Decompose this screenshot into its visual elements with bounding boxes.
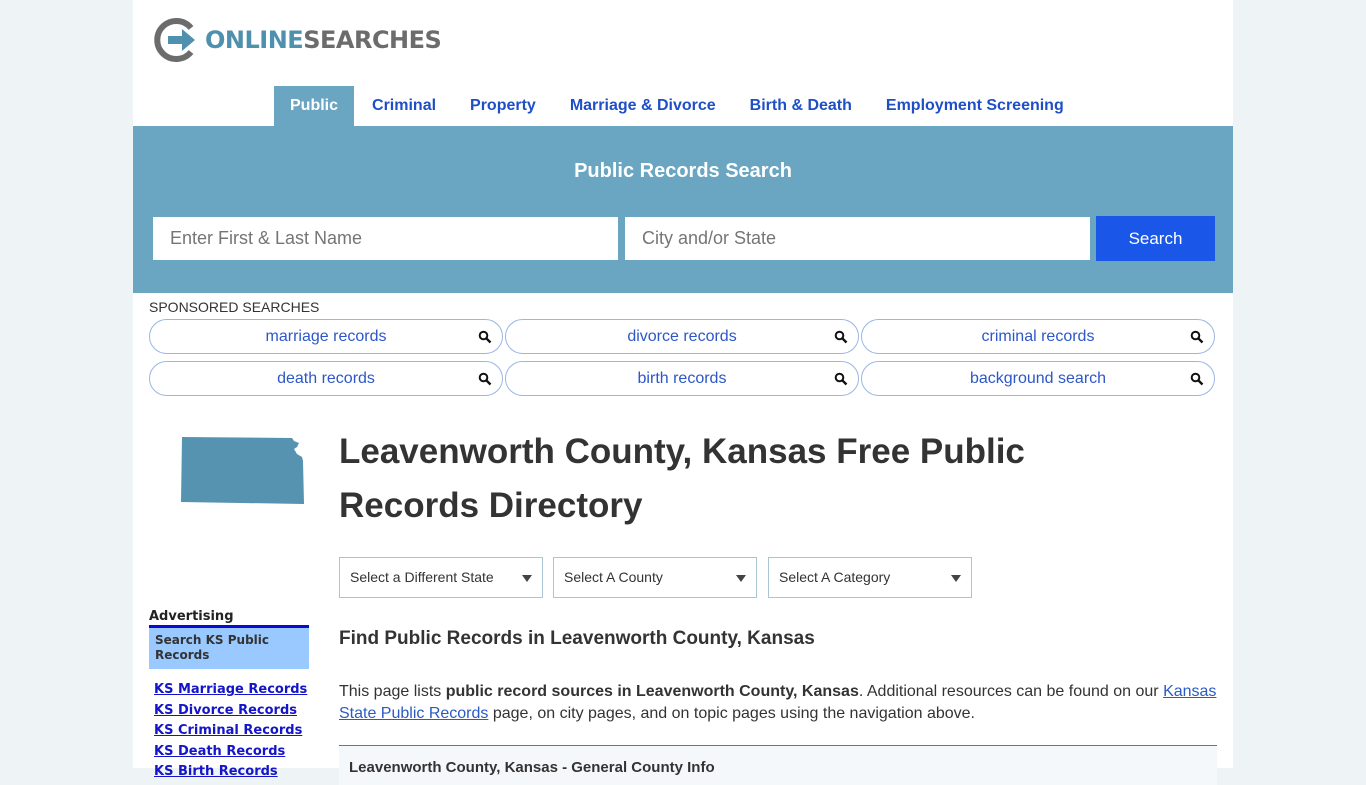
search-button[interactable]: Search xyxy=(1096,216,1215,261)
name-input[interactable] xyxy=(153,217,618,260)
sidebar-link-birth[interactable]: KS Birth Records xyxy=(154,764,278,779)
search-title: Public Records Search xyxy=(574,160,792,182)
sponsored-label: SPONSORED SEARCHES xyxy=(149,299,320,315)
pill-label: divorce records xyxy=(627,328,737,345)
sponsored-birth-records[interactable]: birth records xyxy=(505,361,859,396)
pill-label: criminal records xyxy=(981,328,1095,345)
search-icon xyxy=(834,330,848,344)
kansas-map-icon xyxy=(181,437,304,504)
state-select[interactable]: Select a Different State xyxy=(339,557,543,598)
search-icon xyxy=(1190,372,1204,386)
chevron-down-icon xyxy=(522,575,532,582)
logo-text-searches: SEARCHES xyxy=(303,26,442,54)
sidebar-link-marriage[interactable]: KS Marriage Records xyxy=(154,682,307,697)
page: ONLINESEARCHES Public Criminal Property … xyxy=(133,0,1233,785)
page-title: Leavenworth County, Kansas Free Public R… xyxy=(339,432,1025,525)
sponsored-divorce-records[interactable]: divorce records xyxy=(505,319,859,354)
pill-label: background search xyxy=(969,370,1107,387)
sidebar-link-divorce[interactable]: KS Divorce Records xyxy=(154,703,297,718)
sponsored-searches: marriage records divorce records crimina… xyxy=(149,319,1215,396)
intro-paragraph: This page lists public record sources in… xyxy=(339,683,1217,722)
county-select-value: Select A County xyxy=(564,569,663,585)
search-ks-records-box: Search KS Public Records xyxy=(149,625,309,669)
search-icon xyxy=(1190,330,1204,344)
sponsored-marriage-records[interactable]: marriage records xyxy=(149,319,503,354)
nav-property[interactable]: Property xyxy=(454,86,552,126)
state-select-value: Select a Different State xyxy=(350,569,494,585)
nav-employment-screening[interactable]: Employment Screening xyxy=(870,86,1080,126)
sidebar-links: KS Marriage Records KS Divorce Records K… xyxy=(154,680,307,783)
advertising-label: Advertising xyxy=(149,609,234,624)
sponsored-death-records[interactable]: death records xyxy=(149,361,503,396)
logo-arrow-icon xyxy=(154,18,195,62)
pill-label: birth records xyxy=(637,370,727,387)
nav-marriage-divorce[interactable]: Marriage & Divorce xyxy=(554,86,732,126)
chevron-down-icon xyxy=(736,575,746,582)
site-logo[interactable]: ONLINESEARCHES xyxy=(153,18,442,62)
search-icon xyxy=(834,372,848,386)
sidebar-link-criminal[interactable]: KS Criminal Records xyxy=(154,723,302,738)
intro-bold: public record sources in Leavenworth Cou… xyxy=(445,683,859,700)
chevron-down-icon xyxy=(951,575,961,582)
general-county-info-panel: Leavenworth County, Kansas - General Cou… xyxy=(339,745,1217,785)
search-icon xyxy=(478,330,492,344)
county-select[interactable]: Select A County xyxy=(553,557,757,598)
pill-label: marriage records xyxy=(265,328,387,345)
search-band: Public Records Search Search xyxy=(133,126,1233,293)
pill-label: death records xyxy=(277,370,375,387)
logo-text-online: ONLINE xyxy=(205,26,304,54)
nav-birth-death[interactable]: Birth & Death xyxy=(734,86,868,126)
nav-public[interactable]: Public xyxy=(274,86,355,126)
sidebar-link-death[interactable]: KS Death Records xyxy=(154,744,285,759)
sponsored-background-search[interactable]: background search xyxy=(861,361,1215,396)
search-icon xyxy=(478,372,492,386)
location-input[interactable] xyxy=(625,217,1090,260)
category-select-value: Select A Category xyxy=(779,569,891,585)
sponsored-criminal-records[interactable]: criminal records xyxy=(861,319,1215,354)
main-nav: Public Criminal Property Marriage & Divo… xyxy=(274,86,1082,126)
category-select[interactable]: Select A Category xyxy=(768,557,972,598)
nav-criminal[interactable]: Criminal xyxy=(356,86,452,126)
section-heading: Find Public Records in Leavenworth Count… xyxy=(339,628,815,649)
